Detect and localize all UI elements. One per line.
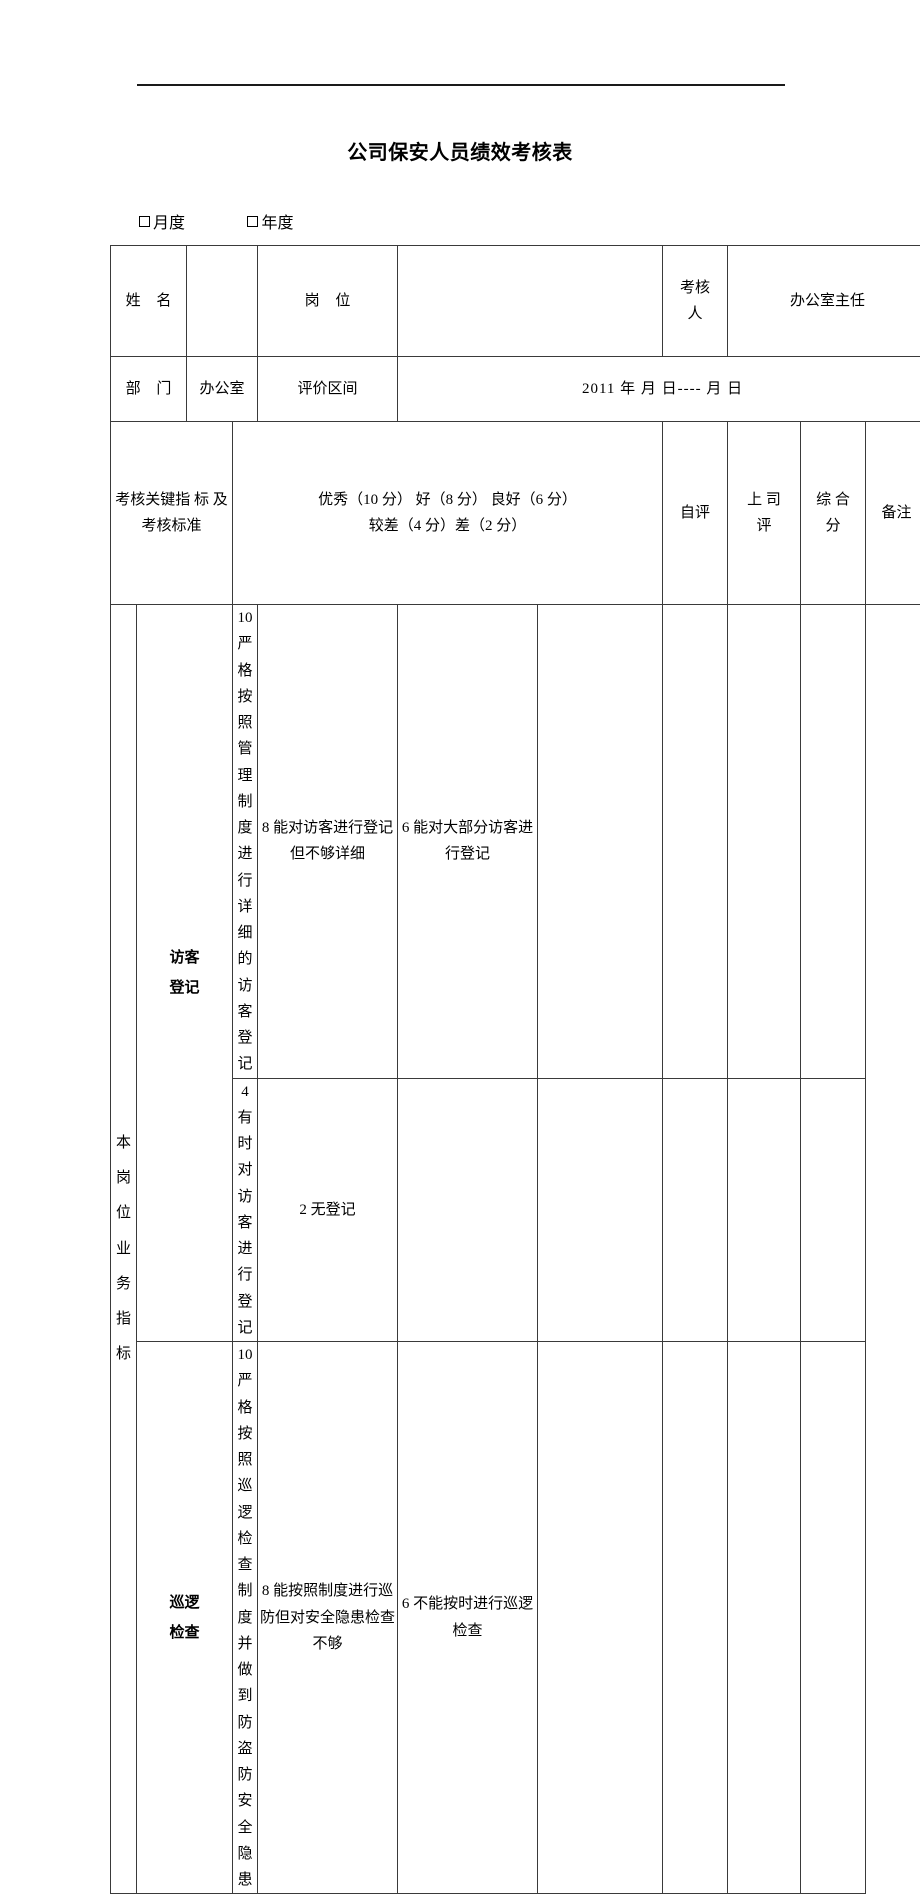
table-row-criterion-visitor-high: 本 岗 位 业 务 指 标 访客 登记 10 严格按照管理制度进行详细的访客登记 (111, 605, 920, 1079)
appraiser-label-line2: 人 (663, 301, 727, 327)
eval-range-label: 评价区间 (298, 381, 358, 397)
name-label-cell: 姓 名 (111, 246, 187, 357)
criterion-name-cell-patrol: 巡逻 检查 (137, 1342, 233, 1894)
department-label-cell: 部 门 (111, 357, 187, 422)
name-value-cell[interactable] (187, 246, 258, 357)
header-divider-rule (137, 84, 785, 86)
position-value-cell[interactable] (398, 246, 663, 357)
checkbox-icon[interactable] (247, 216, 258, 227)
position-label: 岗 位 (299, 293, 357, 309)
criterion-name-line1: 访客 (137, 943, 232, 973)
scoring-legend-line2: 较差（4 分）差（2 分） (233, 513, 662, 539)
composite-input-cell[interactable] (728, 1342, 801, 1894)
appraisal-form-table: 姓 名 岗 位 考核 人 办公室主任 部 门 (110, 245, 920, 1894)
criterion-level-10-text: 10 严格按照巡逻检查制度并做到防盗防安全隐患 (238, 1347, 253, 1888)
key-indicator-line1: 考核关键指 (115, 492, 190, 508)
criterion-name-line2: 登记 (137, 973, 232, 1003)
supervisor-eval-header-line1: 上 司 (728, 487, 800, 513)
page-title: 公司保安人员绩效考核表 (0, 136, 920, 165)
criterion-level-10-cell: 10 严格按照巡逻检查制度并做到防盗防安全隐患 (233, 1342, 258, 1894)
category-char: 指 (111, 1302, 136, 1337)
criterion-name-visitor: 访客 登记 (137, 943, 232, 1003)
criterion-level-10-cell: 10 严格按照管理制度进行详细的访客登记 (233, 605, 258, 1079)
document-page: 公司保安人员绩效考核表 月度 年度 姓 名 岗 (0, 0, 920, 1302)
criterion-name-line1: 巡逻 (137, 1588, 232, 1618)
criterion-level-6-text: 6 能对大部分访客进行登记 (402, 820, 533, 862)
department-label: 部 门 (120, 381, 178, 397)
table-row-criterion-patrol: 巡逻 检查 10 严格按照巡逻检查制度并做到防盗防安全隐患 8 能按照制度进行巡… (111, 1342, 920, 1894)
remarks-input-cell[interactable] (801, 605, 866, 1079)
criterion-level-8-cell: 8 能对访客进行登记但不够详细 (258, 605, 398, 1079)
table-row-department: 部 门 办公室 评价区间 2011 年 月 日---- 月 日 (111, 357, 920, 422)
criterion-level-10-text: 10 严格按照管理制度进行详细的访客登记 (238, 610, 253, 1072)
appraiser-value-cell[interactable]: 办公室主任 (728, 246, 920, 357)
composite-input-cell[interactable] (728, 605, 801, 1079)
period-option-monthly[interactable]: 月度 (139, 209, 185, 233)
category-char: 本 (111, 1126, 136, 1161)
criterion-name-cell-visitor: 访客 登记 (137, 605, 233, 1342)
eval-range-label-cell: 评价区间 (258, 357, 398, 422)
name-label: 姓 名 (120, 293, 178, 309)
criterion-level-2-text: 2 无登记 (299, 1202, 355, 1218)
scoring-legend-line1: 优秀（10 分） 好（8 分） 良好（6 分） (233, 487, 662, 513)
category-char: 业 (111, 1232, 136, 1267)
key-indicator-line2: 标 (194, 492, 209, 508)
remarks-input-cell[interactable] (801, 1342, 866, 1894)
category-vertical-label-cell: 本 岗 位 业 务 指 标 (111, 605, 137, 1894)
category-char: 位 (111, 1196, 136, 1231)
supervisor-eval-header-line2: 评 (728, 513, 800, 539)
category-vertical-label: 本 岗 位 业 务 指 标 (111, 1126, 136, 1373)
criterion-name-patrol: 巡逻 检查 (137, 1588, 232, 1648)
composite-header-line1: 综 合 (801, 487, 865, 513)
criterion-name-line2: 检查 (137, 1618, 232, 1648)
criterion-level-6-cell: 6 不能按时进行巡逻检查 (398, 1342, 538, 1894)
supervisor-eval-header-cell: 上 司 评 (728, 422, 801, 605)
self-eval-header-cell: 自评 (663, 422, 728, 605)
period-option-annual-label: 年度 (261, 215, 293, 232)
supervisor-eval-input-cell[interactable] (663, 1342, 728, 1894)
self-eval-input-cell[interactable] (538, 1342, 663, 1894)
period-option-group: 月度 年度 (139, 209, 293, 233)
appraiser-label-cell: 考核 人 (663, 246, 728, 357)
category-char: 务 (111, 1267, 136, 1302)
criterion-level-6-cell: 6 能对大部分访客进行登记 (398, 605, 538, 1079)
remarks-header-cell: 备注 (866, 422, 920, 605)
department-value-cell[interactable]: 办公室 (187, 357, 258, 422)
self-eval-input-cell[interactable] (538, 605, 663, 1079)
criterion-level-4-text: 4 有时对访客进行登记 (238, 1084, 253, 1336)
appraiser-label-line1: 考核 (663, 275, 727, 301)
department-value: 办公室 (200, 381, 245, 397)
scoring-legend-cell: 优秀（10 分） 好（8 分） 良好（6 分） 较差（4 分）差（2 分） (233, 422, 663, 605)
criterion-level-6-text: 6 不能按时进行巡逻检查 (402, 1596, 533, 1638)
period-option-annual[interactable]: 年度 (247, 209, 293, 233)
position-label-cell: 岗 位 (258, 246, 398, 357)
category-char: 岗 (111, 1161, 136, 1196)
composite-header-cell: 综 合 分 (801, 422, 866, 605)
key-indicator-header-cell: 考核关键指 标 及考核标准 (111, 422, 233, 605)
criterion-level-8-cell: 8 能按照制度进行巡防但对安全隐患检查不够 (258, 1342, 398, 1894)
category-char: 标 (111, 1337, 136, 1372)
period-option-monthly-label: 月度 (153, 215, 185, 232)
eval-range-value: 2011 年 月 日---- 月 日 (582, 381, 743, 397)
remarks-header: 备注 (866, 500, 920, 526)
criterion-level-8-text: 8 能按照制度进行巡防但对安全隐患检查不够 (260, 1583, 395, 1652)
checkbox-icon[interactable] (139, 216, 150, 227)
criterion-level-8-text: 8 能对访客进行登记但不够详细 (262, 820, 393, 862)
appraiser-value: 办公室主任 (790, 293, 865, 309)
composite-header-line2: 分 (801, 513, 865, 539)
self-eval-header: 自评 (663, 500, 727, 526)
supervisor-eval-input-cell[interactable] (663, 605, 728, 1079)
table-row-identity: 姓 名 岗 位 考核 人 办公室主任 (111, 246, 920, 357)
eval-range-value-cell[interactable]: 2011 年 月 日---- 月 日 (398, 357, 920, 422)
table-row-criteria-header: 考核关键指 标 及考核标准 优秀（10 分） 好（8 分） 良好（6 分） 较差… (111, 422, 920, 605)
